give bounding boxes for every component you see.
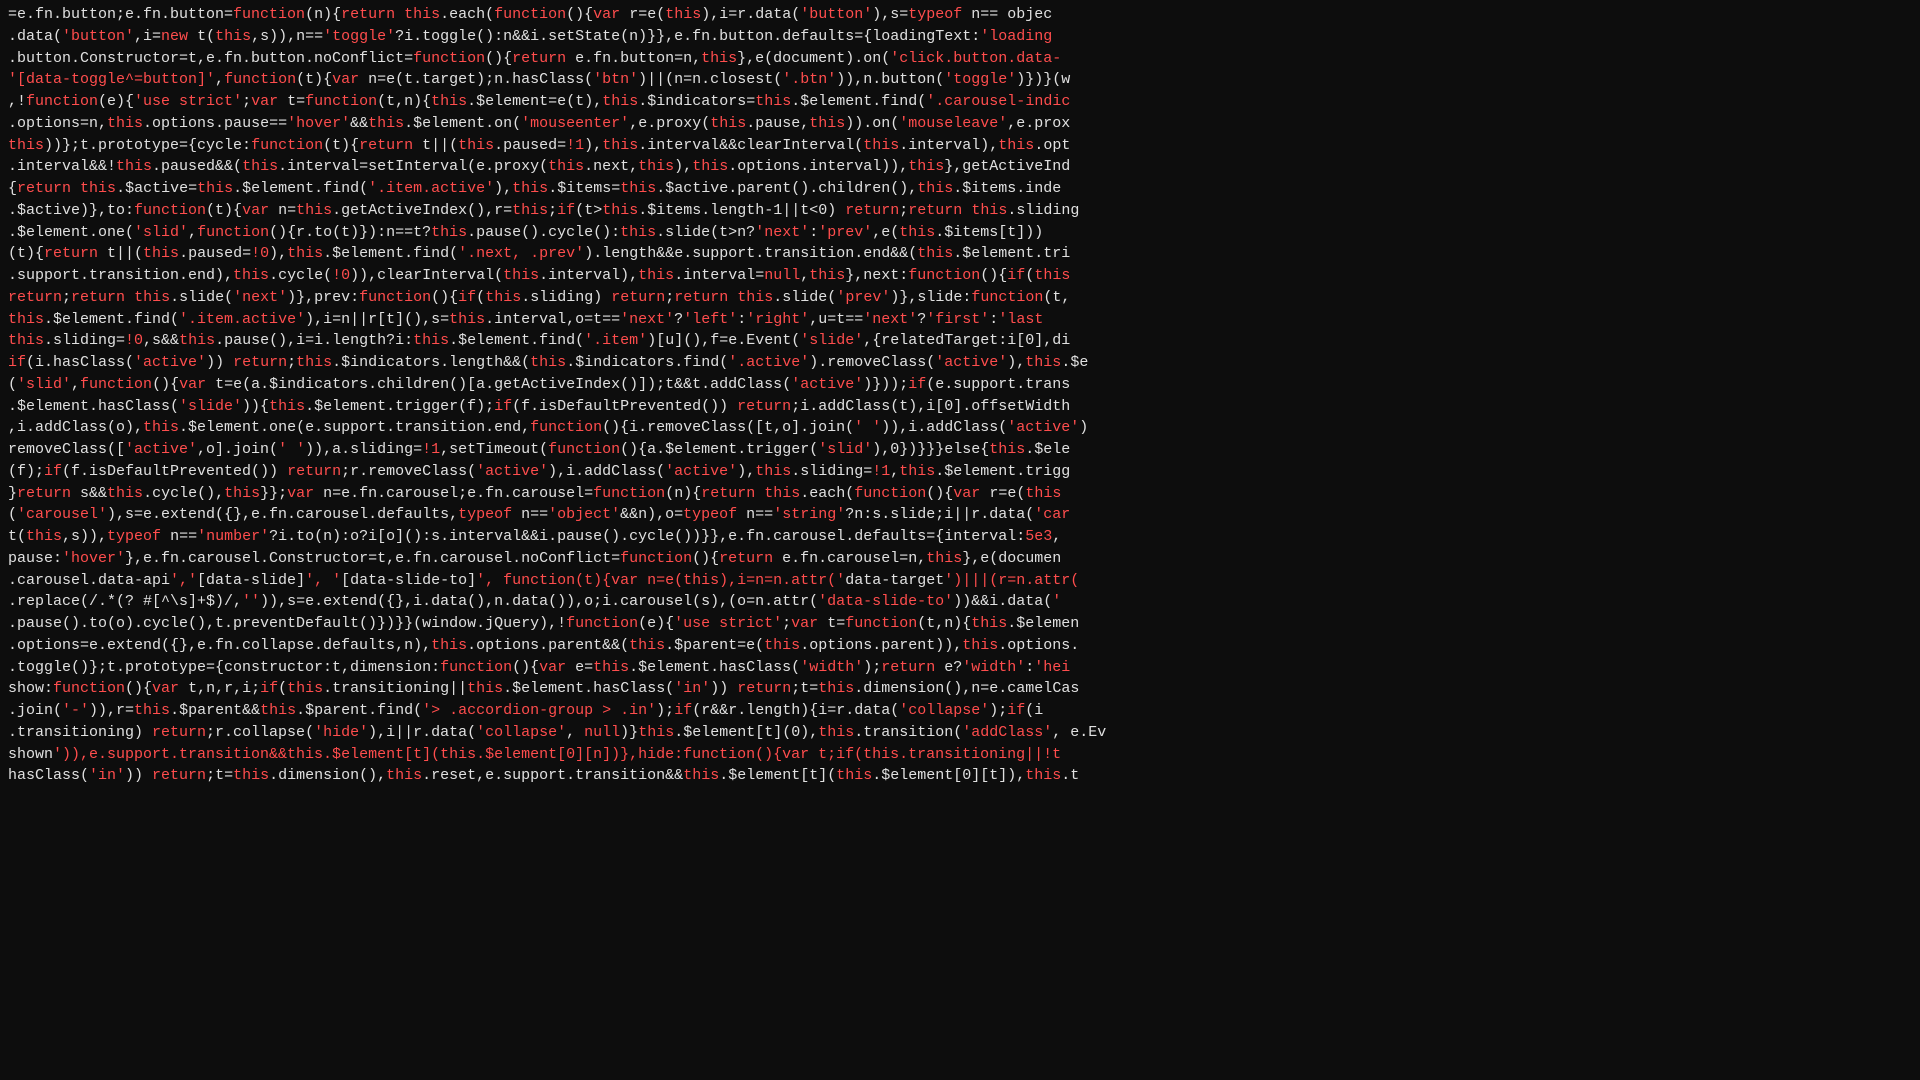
- code-line: .button.Constructor=t,e.fn.button.noConf…: [0, 48, 1920, 70]
- code-line: ('carousel'),s=e.extend({},e.fn.carousel…: [0, 504, 1920, 526]
- code-line: ('slid',function(){var t=e(a.$indicators…: [0, 374, 1920, 396]
- code-line: .support.transition.end),this.cycle(!0))…: [0, 265, 1920, 287]
- code-line: this.$element.find('.item.active'),i=n||…: [0, 309, 1920, 331]
- code-line: .data('button',i=new t(this,s)),n=='togg…: [0, 26, 1920, 48]
- code-line: .options=n,this.options.pause=='hover'&&…: [0, 113, 1920, 135]
- code-display: =e.fn.button;e.fn.button=function(n){ret…: [0, 0, 1920, 1080]
- code-line: this))};t.prototype={cycle:function(t){r…: [0, 135, 1920, 157]
- code-line: return;return this.slide('next')},prev:f…: [0, 287, 1920, 309]
- code-line: '[data-toggle^=button]',function(t){var …: [0, 69, 1920, 91]
- code-line: .carousel.data-api','[data-slide]', '[da…: [0, 570, 1920, 592]
- code-line: if(i.hasClass('active')) return;this.$in…: [0, 352, 1920, 374]
- code-line: (t){return t||(this.paused=!0),this.$ele…: [0, 243, 1920, 265]
- code-line: .replace(/.*(? #[^\s]+$)/,'')),s=e.exten…: [0, 591, 1920, 613]
- code-line: }return s&&this.cycle(),this}};var n=e.f…: [0, 483, 1920, 505]
- code-line: =e.fn.button;e.fn.button=function(n){ret…: [0, 4, 1920, 26]
- code-line: .$element.hasClass('slide')){this.$eleme…: [0, 396, 1920, 418]
- code-line: .toggle()};t.prototype={constructor:t,di…: [0, 657, 1920, 679]
- code-line: pause:'hover'},e.fn.carousel.Constructor…: [0, 548, 1920, 570]
- code-line: .$element.one('slid',function(){r.to(t)}…: [0, 222, 1920, 244]
- code-line: ,!function(e){'use strict';var t=functio…: [0, 91, 1920, 113]
- code-line: t(this,s)),typeof n=='number'?i.to(n):o?…: [0, 526, 1920, 548]
- code-line: shown')),e.support.transition&&this.$ele…: [0, 744, 1920, 766]
- code-line: .interval&&!this.paused&&(this.interval=…: [0, 156, 1920, 178]
- code-line: this.sliding=!0,s&&this.pause(),i=i.leng…: [0, 330, 1920, 352]
- code-line: .options=e.extend({},e.fn.collapse.defau…: [0, 635, 1920, 657]
- code-line: .transitioning) return;r.collapse('hide'…: [0, 722, 1920, 744]
- code-line: .pause().to(o).cycle(),t.preventDefault(…: [0, 613, 1920, 635]
- code-line: removeClass(['active',o].join(' ')),a.sl…: [0, 439, 1920, 461]
- code-line: ,i.addClass(o),this.$element.one(e.suppo…: [0, 417, 1920, 439]
- code-line: {return this.$active=this.$element.find(…: [0, 178, 1920, 200]
- code-line: .join('-')),r=this.$parent&&this.$parent…: [0, 700, 1920, 722]
- code-line: (f);if(f.isDefaultPrevented()) return;r.…: [0, 461, 1920, 483]
- code-line: .$active)},to:function(t){var n=this.get…: [0, 200, 1920, 222]
- code-line: show:function(){var t,n,r,i;if(this.tran…: [0, 678, 1920, 700]
- code-line: hasClass('in')) return;t=this.dimension(…: [0, 765, 1920, 787]
